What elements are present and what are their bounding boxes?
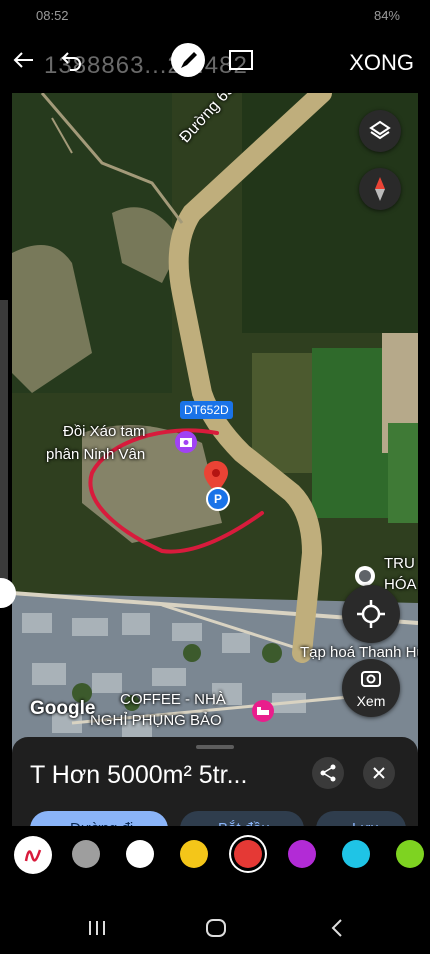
- view-label: Xem: [356, 693, 386, 709]
- nav-bar: [0, 886, 430, 954]
- status-bar: 08:52 84%: [0, 0, 430, 32]
- photo-spot-icon[interactable]: [175, 431, 197, 453]
- layers-button[interactable]: [359, 110, 401, 152]
- done-button[interactable]: XONG: [349, 50, 414, 76]
- status-battery: 84%: [373, 8, 400, 23]
- back-icon[interactable]: [330, 918, 344, 943]
- back-arrow-icon[interactable]: [12, 48, 36, 77]
- undo-icon[interactable]: [60, 48, 84, 77]
- google-logo: Google: [30, 698, 96, 719]
- sheet-handle[interactable]: [196, 745, 234, 749]
- compass-button[interactable]: [359, 168, 401, 210]
- pen-palette: [0, 826, 430, 886]
- map-view[interactable]: Đường 652D DT652D Đồi Xáo tam phân Ninh …: [12, 93, 418, 755]
- place-title: T Hơn 5000m² 5tr...: [30, 761, 248, 789]
- close-icon: [373, 767, 385, 779]
- place-label-4-line2[interactable]: NGHỈ PHỤNG BẢO: [90, 712, 222, 729]
- crop-icon[interactable]: [228, 48, 254, 77]
- my-location-button[interactable]: [342, 585, 400, 643]
- recents-icon[interactable]: [88, 920, 106, 941]
- layers-icon: [369, 120, 391, 140]
- color-swatch-4[interactable]: [234, 840, 262, 868]
- road-shield: DT652D: [180, 401, 233, 419]
- parking-icon[interactable]: P: [206, 487, 230, 511]
- place-label-3[interactable]: Tạp hoá Thanh Hư: [300, 644, 418, 661]
- school-icon[interactable]: [355, 566, 375, 586]
- close-button[interactable]: [363, 757, 395, 789]
- share-button[interactable]: [312, 757, 344, 789]
- pen-style-button[interactable]: [14, 836, 52, 874]
- color-swatch-1[interactable]: [72, 840, 100, 868]
- share-icon: [320, 764, 336, 782]
- place-sheet[interactable]: T Hơn 5000m² 5tr... Đường đi Bắt đầu Lưu: [12, 737, 418, 847]
- hotel-icon[interactable]: [252, 700, 274, 722]
- color-swatch-3[interactable]: [180, 840, 208, 868]
- color-swatch-6[interactable]: [342, 840, 370, 868]
- place-label-1-line2[interactable]: phân Ninh Vân: [46, 446, 145, 463]
- crosshair-icon: [357, 600, 385, 628]
- lens-view-button[interactable]: Xem: [342, 659, 400, 717]
- pen-stroke-icon: [24, 849, 42, 862]
- color-swatch-2[interactable]: [126, 840, 154, 868]
- status-time: 08:52: [36, 8, 69, 23]
- color-swatch-5[interactable]: [288, 840, 316, 868]
- home-icon[interactable]: [205, 918, 227, 943]
- compass-icon: [375, 177, 385, 201]
- camera-search-icon: [361, 671, 381, 687]
- place-label-1-line1[interactable]: Đồi Xáo tam: [63, 423, 146, 440]
- place-label-2-line1[interactable]: TRU: [384, 555, 415, 572]
- edge-panel-handle[interactable]: [0, 300, 8, 590]
- color-swatch-7[interactable]: [396, 840, 424, 868]
- place-label-4-line1[interactable]: COFFEE - NHÀ: [120, 691, 226, 708]
- edit-toolbar: 1388863...2...482 XONG: [0, 32, 430, 94]
- pen-icon[interactable]: [170, 42, 206, 83]
